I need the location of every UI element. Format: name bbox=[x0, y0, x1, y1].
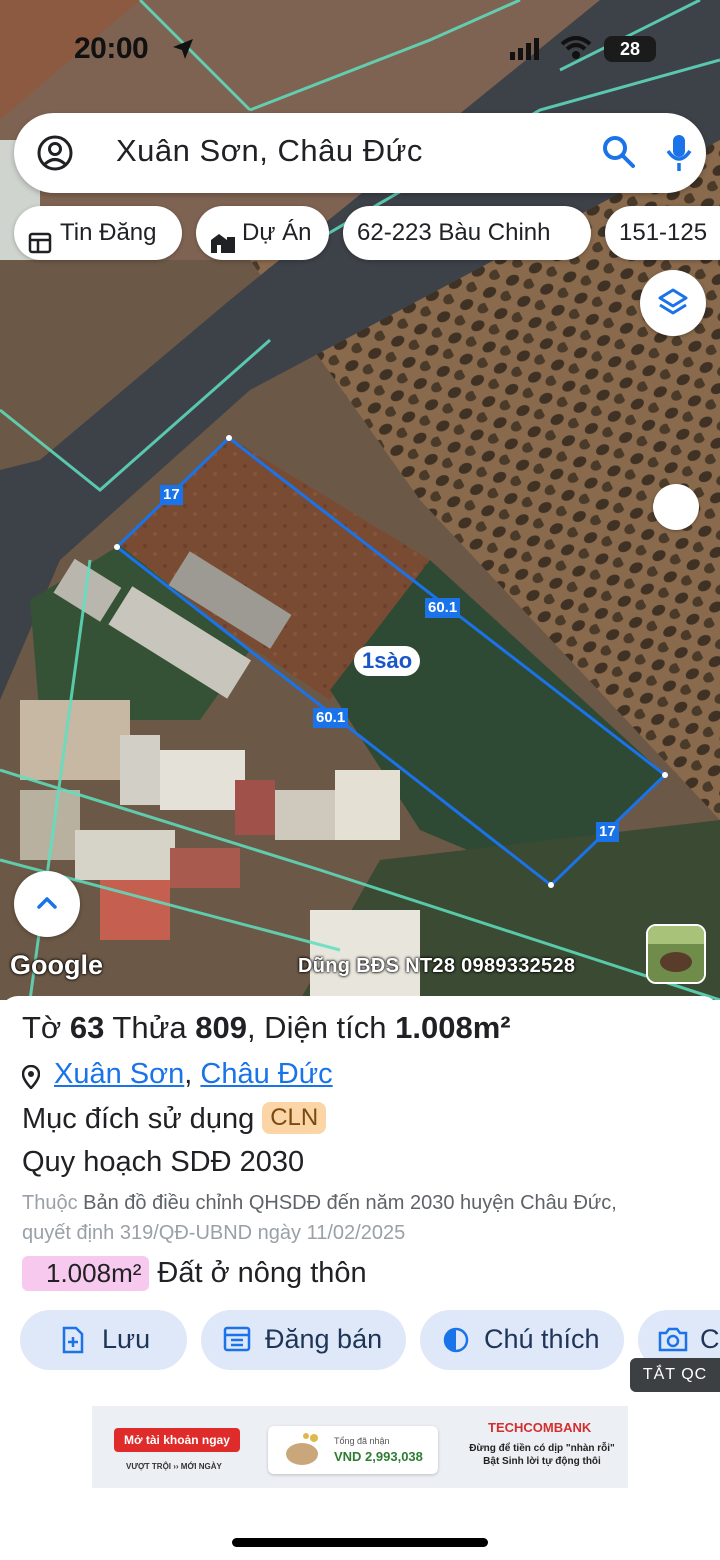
wifi-icon bbox=[560, 36, 592, 65]
status-time: 20:00 bbox=[74, 32, 149, 65]
location-arrow-icon bbox=[172, 38, 194, 65]
watermark: Dũng BĐS NT28 0989332528 bbox=[298, 955, 576, 977]
purpose-label: Mục đích sử dụng bbox=[22, 1103, 255, 1135]
status-bar: 20:00 28 bbox=[0, 30, 720, 70]
chip-label: Dự Án bbox=[242, 219, 312, 246]
listing-icon bbox=[28, 221, 52, 275]
action-label: Đăng bán bbox=[265, 1324, 383, 1354]
ad-balance-card: Tổng đã nhận VND 2,993,038 bbox=[268, 1426, 438, 1474]
camera-icon bbox=[658, 1326, 688, 1359]
action-label: Lưu bbox=[102, 1324, 151, 1354]
hide-ads-button[interactable]: TẮT QC bbox=[630, 1358, 720, 1392]
ad-cta-button[interactable]: Mở tài khoản ngay bbox=[114, 1428, 240, 1452]
battery-icon: 28 bbox=[604, 36, 656, 62]
contrast-icon bbox=[442, 1326, 470, 1361]
ad-slogan: Đừng để tiền có dịp "nhàn rỗi" Bật Sinh … bbox=[469, 1443, 615, 1467]
area-value: 1.008m² bbox=[395, 1010, 511, 1045]
layers-button[interactable] bbox=[640, 270, 706, 336]
district-link[interactable]: Châu Đức bbox=[200, 1058, 332, 1090]
save-file-icon bbox=[62, 1326, 84, 1361]
action-label: Chú thích bbox=[484, 1324, 600, 1354]
chip-tin-dang[interactable]: Tin Đăng bbox=[14, 206, 182, 260]
planning-prefix: Thuộc bbox=[22, 1192, 84, 1214]
parcel-number: 809 bbox=[195, 1010, 247, 1045]
listing-icon bbox=[223, 1326, 251, 1359]
parcel-info-sheet: Tờ 63 Thửa 809, Diện tích 1.008m² Xuân S… bbox=[0, 996, 720, 1560]
home-indicator[interactable] bbox=[232, 1538, 488, 1547]
zone-area-badge: 1.008m² bbox=[22, 1256, 150, 1291]
planning-title: Quy hoạch SDĐ 2030 bbox=[22, 1146, 305, 1178]
edge-length-label: 17 bbox=[596, 822, 619, 842]
planning-source: Thuộc Bản đồ điều chỉnh QHSDĐ đến năm 20… bbox=[22, 1188, 720, 1248]
search-bar[interactable]: Xuân Sơn, Châu Đức bbox=[14, 113, 706, 193]
sheet-label: Tờ bbox=[22, 1010, 70, 1045]
search-input[interactable]: Xuân Sơn, Châu Đức bbox=[116, 133, 423, 169]
post-sale-button[interactable]: Đăng bán bbox=[201, 1310, 406, 1370]
sheet-number: 63 bbox=[69, 1010, 105, 1045]
zone-description: Đất ở nông thôn bbox=[157, 1257, 367, 1289]
save-button[interactable]: Lưu bbox=[20, 1310, 187, 1370]
planning-decision: quyết định 319/QĐ-UBND ngày 11/02/2025 bbox=[22, 1222, 406, 1244]
land-use-code-badge: CLN bbox=[262, 1102, 327, 1134]
edge-length-label: 60.1 bbox=[425, 598, 461, 618]
location-separator: , bbox=[184, 1058, 201, 1090]
commune-link[interactable]: Xuân Sơn bbox=[54, 1058, 184, 1090]
planning-source-text: Bản đồ điều chỉnh QHSDĐ đến năm 2030 huy… bbox=[83, 1192, 617, 1214]
chevron-up-icon bbox=[37, 897, 57, 909]
drag-handle[interactable] bbox=[653, 484, 699, 530]
street-view-thumbnail[interactable] bbox=[646, 924, 706, 984]
legend-button[interactable]: Chú thích bbox=[420, 1310, 624, 1370]
action-label: C bbox=[700, 1324, 720, 1354]
chip-label: 62-223 Bàu Chinh bbox=[357, 219, 551, 246]
building-icon bbox=[210, 221, 236, 275]
piggy-bank-icon bbox=[286, 1433, 318, 1465]
parcel-location: Xuân Sơn, Châu Đức bbox=[21, 1058, 333, 1091]
chip-du-an[interactable]: Dự Án bbox=[196, 206, 329, 260]
google-logo: Google bbox=[10, 950, 103, 980]
chip-parcel-151-125[interactable]: 151-125 bbox=[605, 206, 720, 260]
ad-banner[interactable]: Mở tài khoản ngay VƯỢT TRỘI ›› MỚI NGÀY … bbox=[92, 1406, 628, 1488]
account-icon[interactable] bbox=[36, 134, 74, 177]
parcel-area-label: 1sào bbox=[354, 646, 421, 676]
satellite-map[interactable]: 17 60.1 60.1 17 1sào 20:00 28 Xuân Sơn, … bbox=[0, 0, 720, 1000]
chip-label: Tin Đăng bbox=[60, 219, 157, 246]
signal-icon bbox=[510, 38, 540, 65]
ad-tagline: VƯỢT TRỘI ›› MỚI NGÀY bbox=[126, 1462, 222, 1471]
ad-balance-value: VND 2,993,038 bbox=[334, 1449, 423, 1464]
chip-parcel-62-223[interactable]: 62-223 Bàu Chinh bbox=[343, 206, 591, 260]
parcel-label: Thửa bbox=[104, 1010, 196, 1045]
mic-icon[interactable] bbox=[664, 133, 694, 178]
area-label: , Diện tích bbox=[246, 1010, 396, 1045]
edge-length-label: 60.1 bbox=[313, 708, 349, 728]
zoning-row: 1.008m² Đất ở nông thôn bbox=[22, 1256, 367, 1294]
expand-button[interactable] bbox=[14, 871, 80, 937]
ad-balance-label: Tổng đã nhận bbox=[334, 1436, 390, 1446]
search-icon[interactable] bbox=[602, 135, 636, 174]
edge-length-label: 17 bbox=[160, 485, 183, 505]
land-use-purpose: Mục đích sử dụng CLN bbox=[22, 1102, 327, 1136]
layers-icon bbox=[658, 288, 688, 315]
parcel-title: Tờ 63 Thửa 809, Diện tích 1.008m² bbox=[22, 1010, 511, 1046]
location-pin-icon bbox=[21, 1064, 41, 1097]
chip-label: 151-125 bbox=[619, 219, 708, 246]
ad-brand: TECHCOMBANK bbox=[488, 1420, 592, 1435]
